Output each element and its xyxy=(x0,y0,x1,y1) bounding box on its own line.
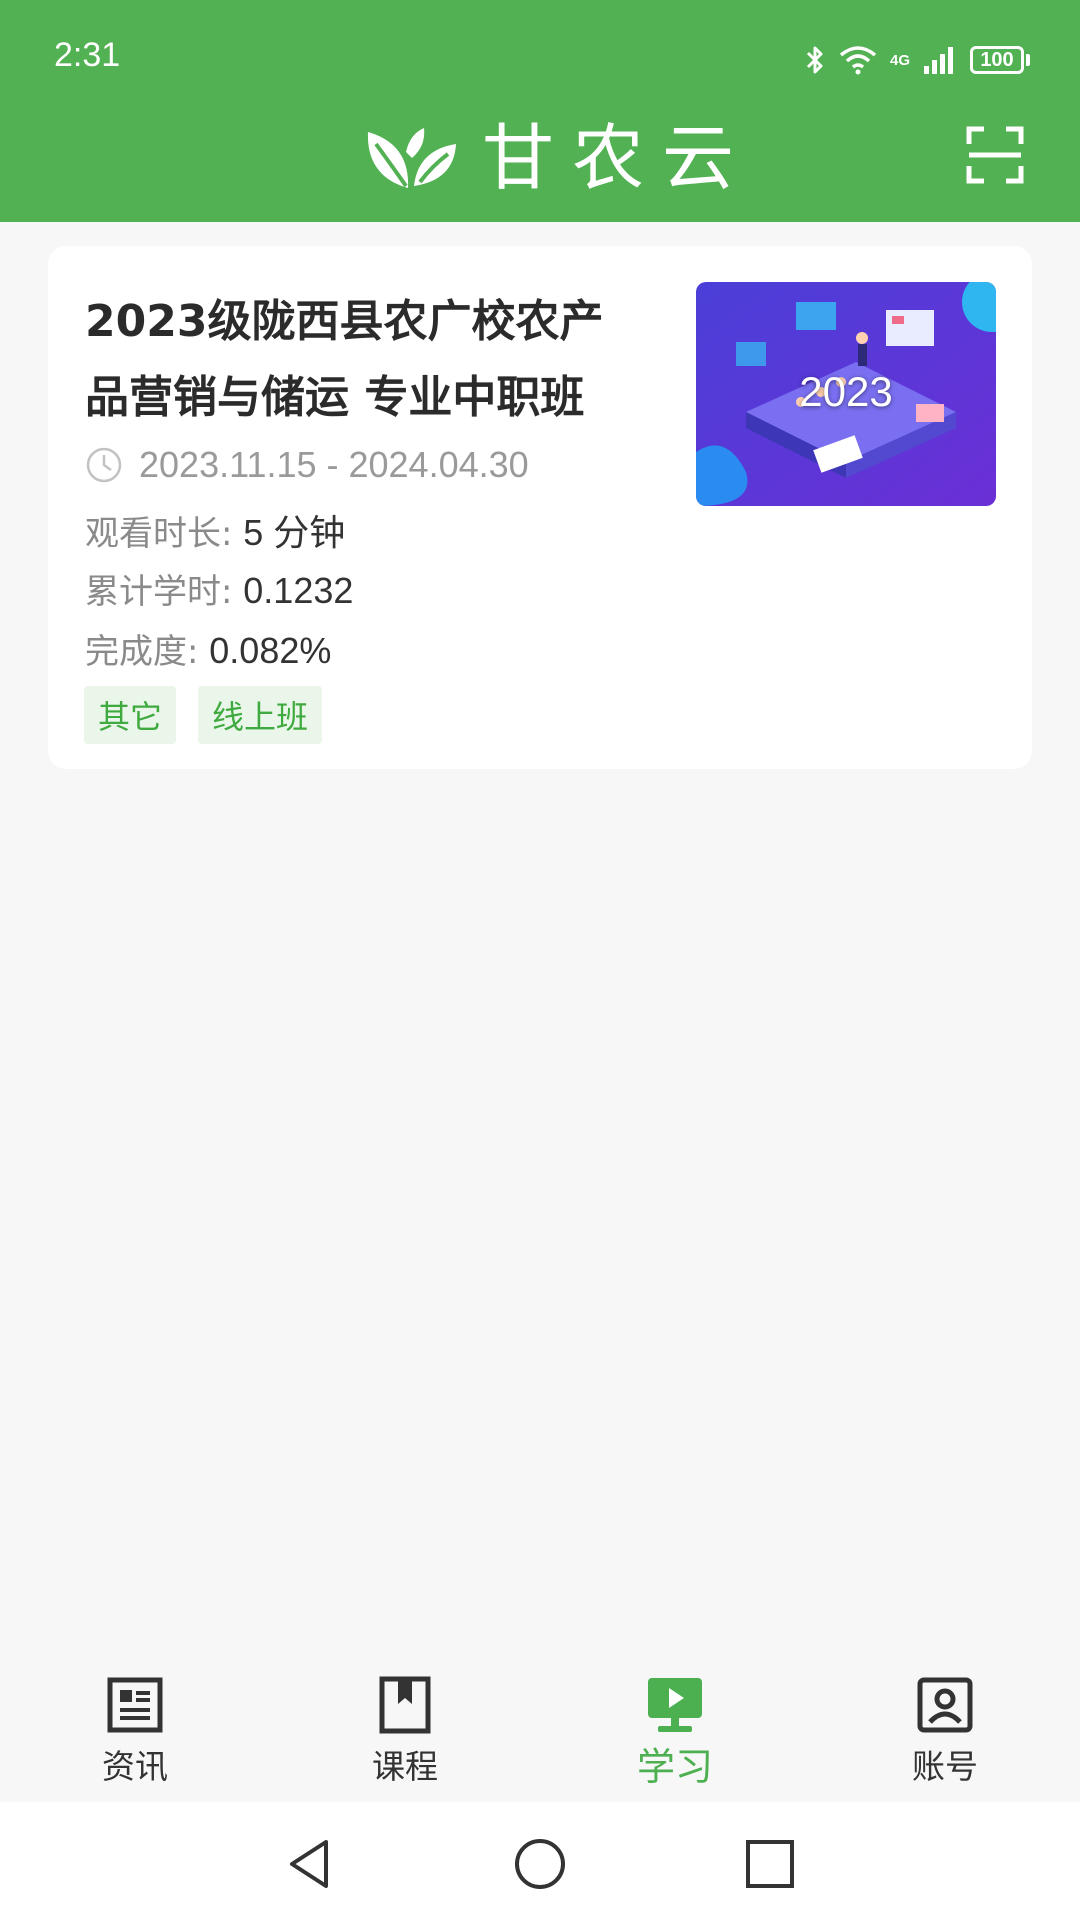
credit-hours-row: 累计学时: 0.1232 xyxy=(85,564,353,613)
nav-item-news[interactable]: 资讯 xyxy=(0,1656,270,1802)
completion-row: 完成度: 0.082% xyxy=(85,624,331,673)
monitor-play-icon xyxy=(648,1678,702,1732)
wifi-icon xyxy=(839,46,877,75)
app-brand: 甘农云 xyxy=(362,118,752,198)
nav-item-courses[interactable]: 课程 xyxy=(270,1656,540,1802)
app-header: 2:31 4G 100 甘农云 xyxy=(0,0,1080,222)
completion-label: 完成度: xyxy=(85,632,199,672)
course-title: 2023级陇西县农广校农产品营销与储运 专业中职班 xyxy=(85,296,604,423)
course-thumbnail[interactable]: 2023 xyxy=(696,282,996,506)
course-date-range: 2023.11.15 - 2024.04.30 xyxy=(139,444,529,485)
system-nav-bar xyxy=(0,1802,1080,1920)
nav-label: 账号 xyxy=(912,1747,978,1786)
watch-time-row: 观看时长: 5 分钟 xyxy=(85,504,345,556)
nav-label: 学习 xyxy=(636,1745,713,1789)
battery-level: 100 xyxy=(970,46,1024,74)
course-card[interactable]: 2023级陇西县农广校农产品营销与储运 专业中职班 2023.11.15 - 2… xyxy=(48,246,1032,769)
bluetooth-icon xyxy=(806,46,823,74)
status-icons: 4G 100 xyxy=(804,40,1030,80)
course-date-row: 2023.11.15 - 2024.04.30 xyxy=(85,444,529,486)
status-time: 2:31 xyxy=(54,36,121,74)
back-icon[interactable] xyxy=(282,1836,338,1892)
network-type: 4G xyxy=(889,51,910,69)
watch-time-value: 5 分钟 xyxy=(243,512,346,553)
recents-icon[interactable] xyxy=(742,1836,798,1892)
clock-icon xyxy=(86,447,122,483)
bookmark-icon xyxy=(379,1676,431,1734)
signal-icon xyxy=(924,47,953,74)
nav-item-study[interactable]: 学习 xyxy=(540,1656,810,1802)
credit-hours-label: 累计学时: xyxy=(85,572,233,612)
nav-label: 资讯 xyxy=(102,1747,168,1786)
leaf-logo xyxy=(367,128,456,188)
course-tag: 其它 xyxy=(84,686,177,744)
account-icon xyxy=(917,1677,973,1733)
battery-icon: 100 xyxy=(970,46,1030,74)
nav-item-account[interactable]: 账号 xyxy=(810,1656,1080,1802)
scan-icon[interactable] xyxy=(966,126,1024,184)
news-icon xyxy=(107,1677,163,1733)
nav-label: 课程 xyxy=(372,1747,438,1786)
home-icon[interactable] xyxy=(512,1836,568,1892)
credit-hours-value: 0.1232 xyxy=(243,570,354,611)
bottom-nav: 资讯 课程 学习 账号 xyxy=(0,1656,1080,1802)
app-name: 甘农云 xyxy=(482,116,753,200)
course-tag: 线上班 xyxy=(198,686,323,744)
course-tags: 其它 线上班 xyxy=(84,686,323,744)
watch-time-label: 观看时长: xyxy=(85,514,233,554)
thumbnail-text: 2023 xyxy=(799,368,893,415)
completion-value: 0.082% xyxy=(209,630,332,671)
